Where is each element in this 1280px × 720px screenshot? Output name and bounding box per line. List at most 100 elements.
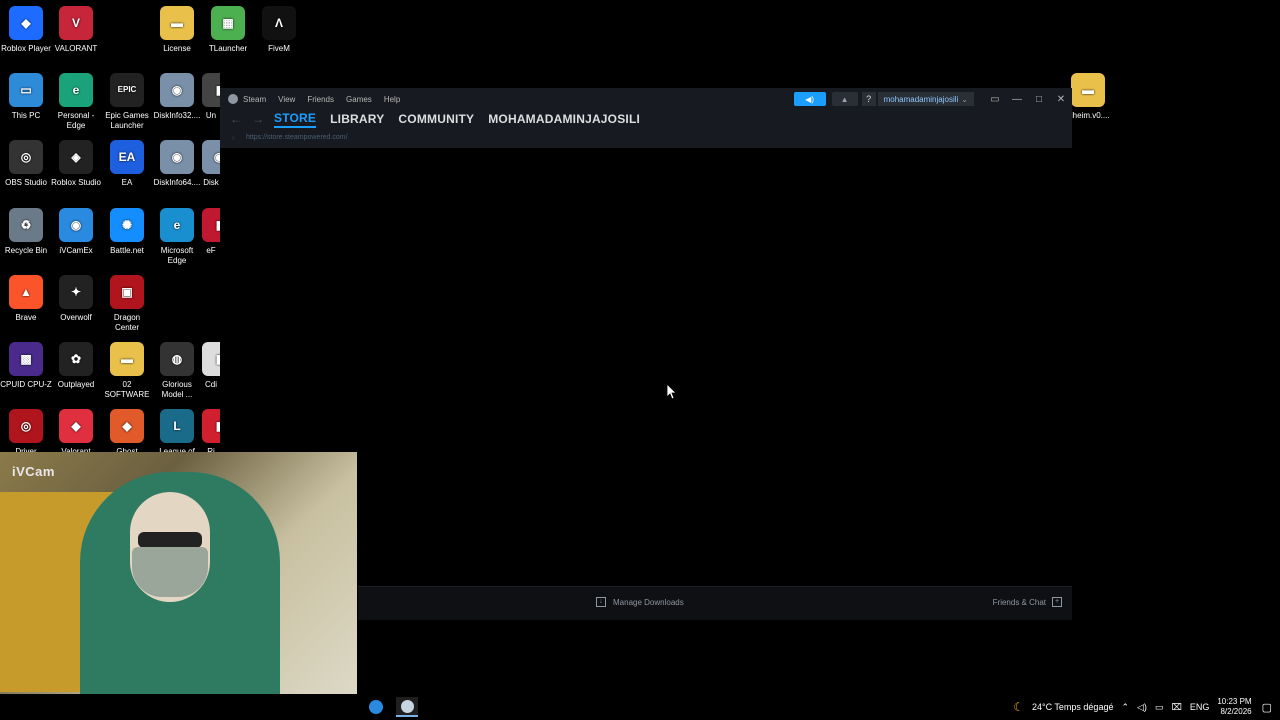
desktop-icon[interactable]: ▬ 02 SOFTWARE — [101, 342, 153, 400]
menu-help[interactable]: Help — [384, 95, 400, 104]
bell-icon: ▲ — [840, 94, 849, 104]
app-icon: ▮ — [202, 208, 220, 242]
app-icon: ◎ — [9, 140, 43, 174]
desktop-icon[interactable]: ▣ Dragon Center — [101, 275, 153, 333]
desktop-icon[interactable]: V VALORANT — [50, 6, 102, 54]
friends-chat-button[interactable]: Friends & Chat + — [993, 597, 1062, 607]
chat-icon: + — [1052, 597, 1062, 607]
desktop-icon-label: Un — [205, 111, 217, 120]
menu-view[interactable]: View — [278, 95, 295, 104]
steam-nav: ← → STORE LIBRARY COMMUNITY MOHAMADAMINJ… — [220, 108, 654, 130]
desktop-icon-label: Dragon Center — [113, 313, 141, 332]
app-icon: ◎ — [9, 409, 43, 443]
desktop-icon-label: Recycle Bin — [4, 246, 48, 255]
desktop-icon[interactable]: LLeague of — [151, 409, 203, 457]
speaker-icon[interactable]: ◁) — [1137, 702, 1147, 713]
app-icon: e — [160, 208, 194, 242]
tab-community[interactable]: COMMUNITY — [398, 112, 474, 126]
download-icon: ↓ — [596, 597, 606, 607]
taskbar-steam[interactable] — [396, 697, 418, 717]
desktop-icon[interactable]: ◎Driver — [0, 409, 52, 457]
url-bar[interactable]: https://store.steampowered.com/ — [246, 134, 348, 141]
notification-icon[interactable]: ▢ — [1262, 701, 1272, 714]
steam-top-controls: ◀) ▲ ? mohamadaminjajosili ⌄ ▭ — □ ✕ — [793, 90, 1072, 108]
desktop-icon[interactable]: ▮ Cdi — [202, 342, 220, 390]
network-icon[interactable]: ▭ — [1155, 702, 1164, 713]
usb-icon[interactable]: ⌧ — [1171, 702, 1181, 713]
desktop-icon[interactable]: Λ FiveM — [253, 6, 305, 54]
tab-library[interactable]: LIBRARY — [330, 112, 384, 126]
desktop-icon-label: This PC — [11, 111, 41, 120]
manage-downloads-label: Manage Downloads — [613, 597, 684, 607]
desktop-icon-label: Roblox Studio — [51, 178, 101, 187]
desktop-icon-label: License — [163, 44, 191, 53]
desktop-icon-label: Overwolf — [60, 313, 92, 322]
desktop-icon[interactable]: ✺ Battle.net — [101, 208, 153, 256]
desktop-icon[interactable]: ◆Valorant — [50, 409, 102, 457]
desktop-icon[interactable]: ▮ Un — [202, 73, 220, 121]
desktop-icon[interactable]: ✿ Outplayed — [50, 342, 102, 390]
app-icon: ▲ — [9, 275, 43, 309]
weather-label[interactable]: 24°C Temps dégagé — [1032, 702, 1114, 712]
desktop-icon[interactable]: ▩ CPUID CPU-Z — [0, 342, 52, 390]
desktop-icon[interactable]: ♻ Recycle Bin — [0, 208, 52, 256]
desktop-icon-label: Disk — [203, 178, 219, 187]
desktop-icon[interactable]: ◉ DiskInfo64.... — [151, 140, 203, 188]
app-icon: ✿ — [59, 342, 93, 376]
steam-bottom-bar: ↓ Manage Downloads Friends & Chat + — [358, 586, 1072, 620]
menu-steam[interactable]: Steam — [243, 95, 266, 104]
desktop-icon[interactable]: EA EA — [101, 140, 153, 188]
desktop-icon[interactable]: ◉ iVCamEx — [50, 208, 102, 256]
maximize-button[interactable]: □ — [1028, 90, 1050, 108]
desktop-icon[interactable]: e Microsoft Edge — [151, 208, 203, 266]
app-icon: L — [160, 409, 194, 443]
close-button[interactable]: ✕ — [1050, 90, 1072, 108]
app-icon: ▮ — [202, 73, 220, 107]
desktop-icon[interactable]: e Personal - Edge — [50, 73, 102, 131]
desktop-icon[interactable]: ◍ Glorious Model ... — [151, 342, 203, 400]
minimize-button[interactable]: — — [1006, 90, 1028, 108]
big-picture-button[interactable]: ▭ — [984, 90, 1006, 108]
chevron-down-icon: ⌄ — [961, 94, 968, 104]
help-button[interactable]: ? — [861, 92, 876, 106]
tab-store[interactable]: STORE — [274, 111, 317, 128]
desktop-icon[interactable]: ◆ Roblox Player — [0, 6, 52, 54]
tab-profile[interactable]: MOHAMADAMINJAJOSILI — [488, 112, 640, 126]
desktop-icon[interactable]: ◉ Disk — [202, 140, 220, 188]
desktop-icon[interactable]: EPIC Epic Games Launcher — [101, 73, 153, 131]
desktop-icon[interactable]: ▦ TLauncher — [202, 6, 254, 54]
desktop-icon[interactable]: ✦ Overwolf — [50, 275, 102, 323]
app-icon: ▮ — [202, 342, 220, 376]
system-tray: ☾ 24°C Temps dégagé ⌃ ◁) ▭ ⌧ ENG 10:23 P… — [1013, 694, 1280, 720]
megaphone-icon: ◀) — [805, 94, 814, 104]
chevron-up-icon[interactable]: ⌃ — [1121, 702, 1129, 713]
desktop-icon[interactable]: ▭ This PC — [0, 73, 52, 121]
notifications-button[interactable]: ▲ — [831, 92, 858, 106]
desktop-icon[interactable]: ◆Ghost — [101, 409, 153, 457]
menu-games[interactable]: Games — [346, 95, 372, 104]
desktop-icon[interactable]: ▲ Brave — [0, 275, 52, 323]
clock[interactable]: 10:23 PM 8/2/2026 — [1217, 697, 1251, 717]
desktop-icon-label: Epic Games Launcher — [105, 111, 149, 130]
app-icon: ▬ — [110, 342, 144, 376]
taskbar-ivcam[interactable] — [366, 697, 386, 717]
account-menu[interactable]: mohamadaminjajosili ⌄ — [877, 92, 974, 106]
desktop-icon[interactable]: ▮Ri — [202, 409, 220, 457]
forward-arrow-icon[interactable]: → — [252, 112, 264, 126]
language-indicator[interactable]: ENG — [1190, 702, 1210, 712]
close-icon: ✕ — [1056, 93, 1066, 105]
desktop-icon-label: Brave — [15, 313, 37, 322]
app-icon: ▦ — [211, 6, 245, 40]
desktop-icon[interactable]: ◉ DiskInfo32.... — [151, 73, 203, 121]
clock-date: 8/2/2026 — [1220, 707, 1252, 716]
webcam-overlay: iVCam — [0, 452, 357, 720]
manage-downloads-button[interactable]: ↓ Manage Downloads — [596, 597, 684, 607]
desktop-icon[interactable]: ▬ License — [151, 6, 203, 54]
app-icon: e — [59, 73, 93, 107]
desktop-icon[interactable]: ◈ Roblox Studio — [50, 140, 102, 188]
desktop-icon[interactable]: ▮ eF — [202, 208, 220, 256]
announcements-button[interactable]: ◀) — [793, 92, 826, 106]
menu-friends[interactable]: Friends — [307, 95, 334, 104]
back-arrow-icon[interactable]: ← — [230, 112, 242, 126]
desktop-icon[interactable]: ◎ OBS Studio — [0, 140, 52, 188]
